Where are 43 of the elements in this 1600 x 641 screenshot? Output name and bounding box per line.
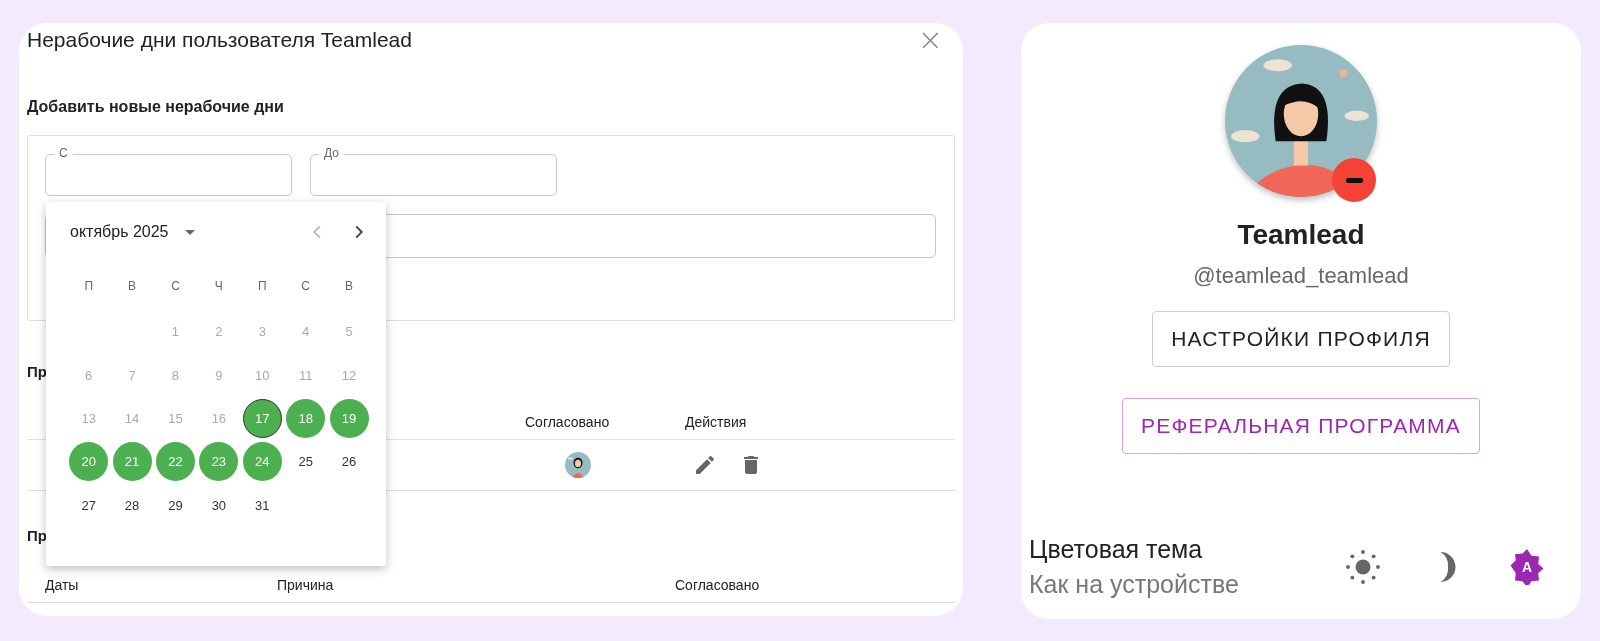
auto-theme-icon[interactable]: A [1509,549,1545,585]
month-label[interactable]: октябрь 2025 [70,223,169,241]
profile-button[interactable]: РЕФЕРАЛЬНАЯ ПРОГРАММА [1122,398,1480,454]
section-heading: Пр [27,363,47,380]
section-heading: Добавить новые нерабочие дни [27,98,284,116]
column-header: Даты [45,577,80,593]
weekday-label: В [127,279,138,293]
calendar-day[interactable]: 22 [155,442,195,482]
weekday-label: П [83,279,94,293]
profile-handle: @teamlead_teamlead [1193,263,1409,289]
theme-value: Как на устройстве [1029,570,1240,599]
weekday-label: С [170,279,181,293]
dropdown-caret-icon[interactable] [184,229,195,235]
calendar-day[interactable]: 30 [199,485,239,525]
calendar-day[interactable]: 25 [286,442,326,482]
weekday-label: В [344,279,355,293]
calendar-day[interactable]: 31 [242,485,282,525]
calendar-day[interactable]: 27 [69,485,109,525]
section-heading: Пр [27,527,47,544]
theme-label: Цветовая тема [1029,535,1204,564]
calendar-day[interactable]: 28 [112,485,152,525]
calendar-day[interactable]: 21 [112,442,152,482]
profile-button[interactable]: НАСТРОЙКИ ПРОФИЛЯ [1152,311,1450,367]
calendar-day[interactable]: 20 [69,442,109,482]
weekday-label: С [300,279,311,293]
calendar-day[interactable]: 23 [199,442,239,482]
close-button[interactable]: × [905,25,955,55]
dialog-title: Нерабочие дни пользователя Teamlead [27,28,413,52]
column-header: Согласовано [675,577,760,593]
column-header: Причина [277,577,335,593]
calendar-day[interactable]: 19 [329,398,369,438]
calendar-day[interactable]: 17 [242,398,282,438]
calendar-day[interactable]: 29 [155,485,195,525]
calendar-day[interactable]: 18 [286,398,326,438]
calendar-day[interactable]: 26 [329,442,369,482]
calendar-day[interactable]: 24 [242,442,282,482]
profile-name: Teamlead [1237,219,1365,251]
column-header: Действия [685,414,748,430]
sun-icon[interactable] [1345,549,1381,585]
weekday-label: П [256,279,268,293]
weekday-label: Ч [213,279,224,293]
edit-icon[interactable] [693,453,717,477]
column-header: Согласовано [524,414,611,430]
